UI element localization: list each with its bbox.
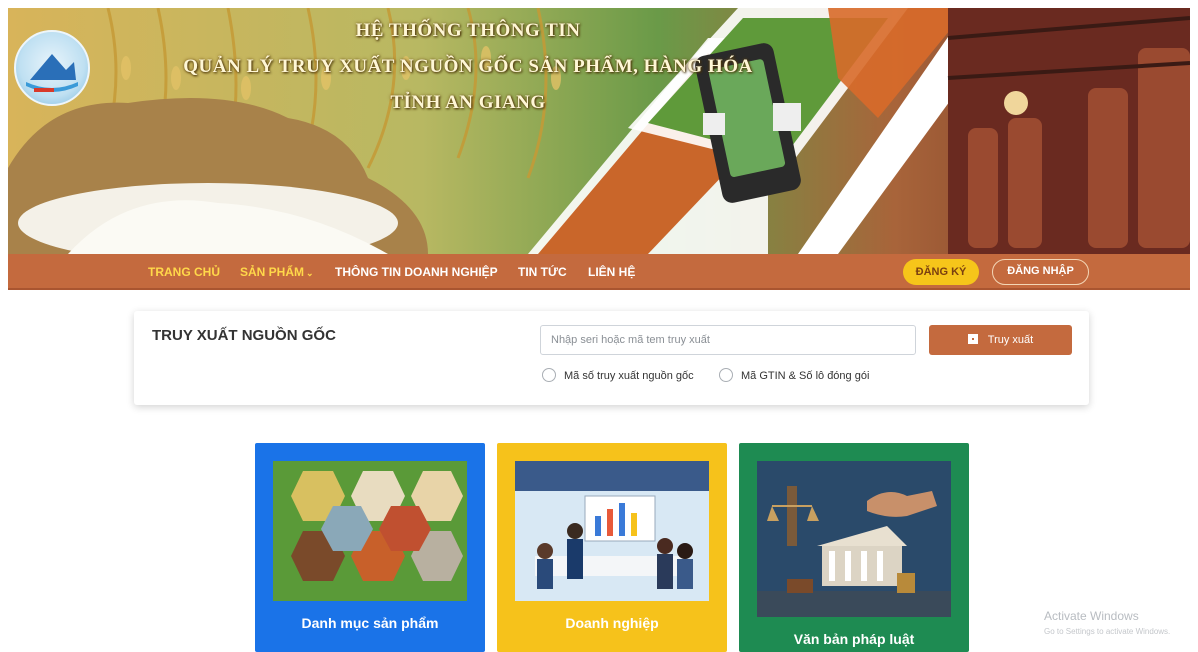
radio-gtin-lot-label: Mã GTIN & Số lô đóng gói: [741, 370, 870, 382]
banner-title-line2: QUẢN LÝ TRUY XUẤT NGUỒN GỐC SẢN PHẨM, HÀ…: [183, 56, 753, 77]
nav-company-info[interactable]: THÔNG TIN DOANH NGHIỆP: [335, 265, 498, 279]
nav-news[interactable]: TIN TỨC: [518, 265, 567, 279]
product-catalog-image: [273, 461, 467, 601]
enterprises-image: [515, 461, 709, 601]
nav-products[interactable]: SẢN PHẨM ⌄: [240, 265, 314, 279]
card-product-catalog-label: Danh mục sản phẩm: [301, 615, 439, 631]
main-nav: TRANG CHỦ SẢN PHẨM ⌄ THÔNG TIN DOANH NGHI…: [8, 254, 1190, 290]
trace-search-card: TRUY XUẤT NGUỒN GỐC Truy xuất Mã số truy…: [134, 311, 1089, 405]
radio-trace-code-label: Mã số truy xuất nguồn gốc: [564, 370, 694, 382]
nav-contact[interactable]: LIÊN HỆ: [588, 265, 635, 279]
card-enterprises[interactable]: Doanh nghiệp: [497, 443, 727, 652]
radio-circle[interactable]: [719, 368, 733, 382]
legal-documents-image: [757, 461, 951, 617]
card-product-catalog[interactable]: Danh mục sản phẩm: [255, 443, 485, 652]
hero-banner: HỆ THỐNG THÔNG TIN QUẢN LÝ TRUY XUẤT NGU…: [8, 8, 1190, 254]
banner-title-line1: HỆ THỐNG THÔNG TIN: [355, 20, 581, 41]
card-legal-documents-label: Văn bản pháp luật: [793, 631, 915, 647]
trace-submit-button[interactable]: Truy xuất: [929, 325, 1072, 355]
banner-artwork: [8, 8, 1190, 254]
radio-trace-code[interactable]: Mã số truy xuất nguồn gốc: [542, 368, 694, 382]
activate-windows-watermark: Activate Windows: [1044, 609, 1139, 623]
nav-home[interactable]: TRANG CHỦ: [148, 265, 220, 279]
trace-submit-label: Truy xuất: [987, 334, 1034, 346]
register-button[interactable]: ĐĂNG KÝ: [903, 259, 979, 285]
trace-search-title: TRUY XUẤT NGUỒN GỐC: [152, 327, 336, 344]
card-enterprises-label: Doanh nghiệp: [565, 615, 659, 631]
page: HỆ THỐNG THÔNG TIN QUẢN LÝ TRUY XUẤT NGU…: [0, 0, 1198, 652]
activate-windows-hint: Go to Settings to activate Windows.: [1044, 627, 1171, 636]
nav-products-label: SẢN PHẨM: [240, 265, 305, 279]
qr-code-icon: [967, 334, 978, 344]
login-button[interactable]: ĐĂNG NHẬP: [992, 259, 1089, 285]
trace-code-input[interactable]: [540, 325, 916, 355]
radio-gtin-lot[interactable]: Mã GTIN & Số lô đóng gói: [719, 368, 869, 382]
an-giang-logo-icon[interactable]: [14, 30, 90, 106]
card-legal-documents[interactable]: Văn bản pháp luật: [739, 443, 969, 652]
radio-circle[interactable]: [542, 368, 556, 382]
chevron-down-icon: ⌄: [306, 268, 314, 278]
banner-title-line3: TỈNH AN GIANG: [390, 92, 546, 113]
